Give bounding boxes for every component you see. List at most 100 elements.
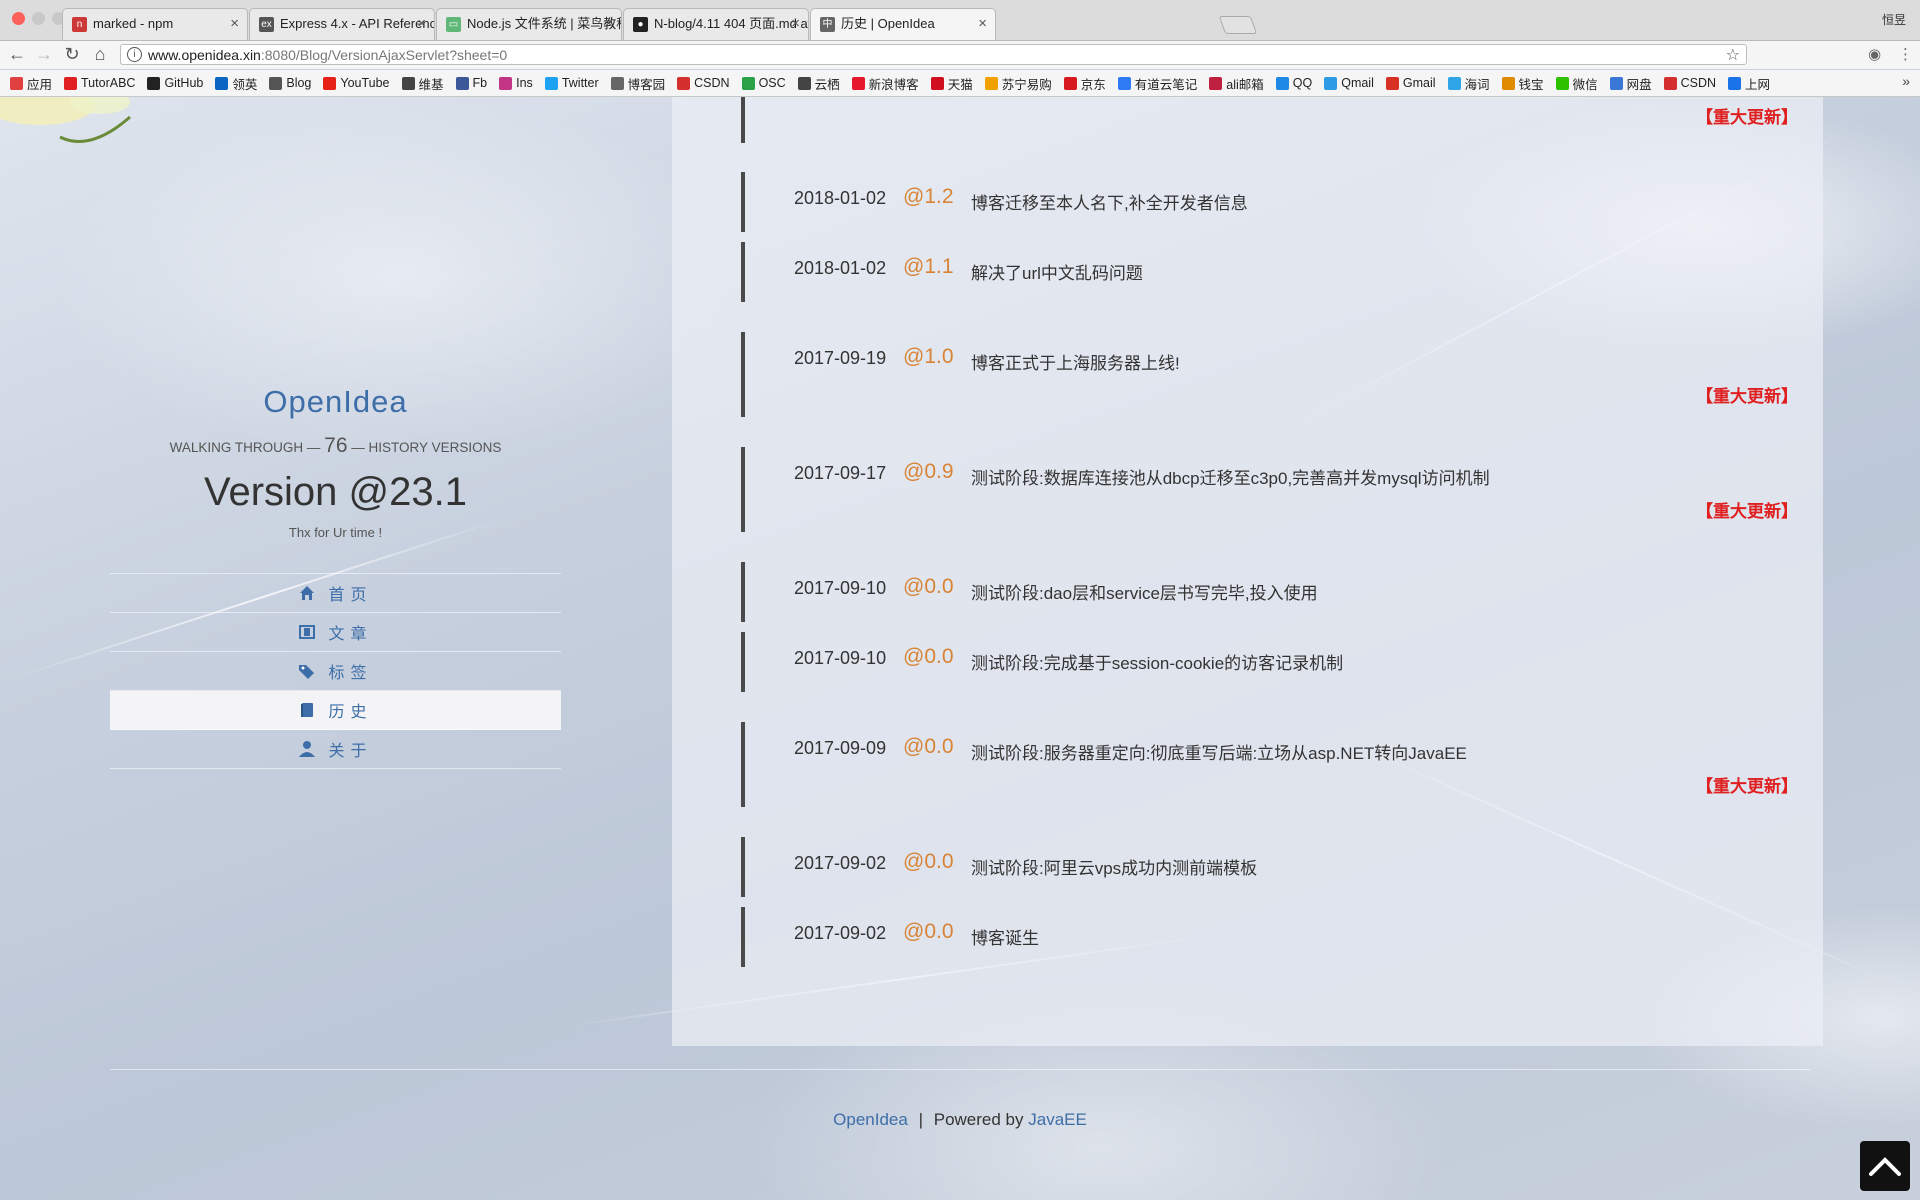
sidebar-item[interactable]: 历史	[110, 691, 561, 730]
tab-close-icon[interactable]: ×	[417, 9, 426, 39]
timeline-bar	[741, 632, 745, 692]
bookmark-item[interactable]: CSDN	[1663, 76, 1716, 90]
tab-close-icon[interactable]: ×	[791, 9, 800, 39]
bookmark-label: ali邮箱	[1226, 77, 1264, 92]
bookmark-item[interactable]: Blog	[269, 76, 311, 90]
entry-version: @1.1	[903, 255, 954, 278]
bookmark-item[interactable]: Qmail	[1324, 76, 1374, 90]
openidea-icon	[269, 76, 283, 90]
bookmark-item[interactable]: QQ	[1275, 76, 1313, 90]
major-update-badge: 【重大更新】	[1696, 108, 1798, 127]
sidebar-item[interactable]: 文章	[110, 613, 561, 652]
menu-icon[interactable]: ⋮	[1898, 45, 1913, 63]
dict-icon	[1447, 76, 1461, 90]
entry-description: 测试阶段:数据库连接池从dbcp迁移至c3p0,完善高并发mysql访问机制	[971, 469, 1490, 488]
bookmark-item[interactable]: 天猫	[930, 74, 973, 93]
bookmark-item[interactable]: 上网	[1728, 74, 1770, 93]
bookmark-label: 上网	[1745, 77, 1771, 92]
back-arrow-icon[interactable]: ←	[6, 44, 28, 65]
entry-version: @0.0	[903, 575, 954, 598]
bookmark-item[interactable]: YouTube	[323, 76, 390, 90]
bookmark-star-icon[interactable]: ☆	[1726, 45, 1740, 65]
bookmark-label: 微信	[1572, 77, 1598, 92]
site-info-icon[interactable]: i	[127, 47, 142, 62]
sidebar-item-label: 首页	[328, 587, 373, 604]
sidebar-item-label: 文章	[328, 626, 373, 643]
bookmark-item[interactable]: 云栖	[797, 74, 840, 93]
timeline-bar	[741, 722, 745, 807]
bookmark-label: 博客园	[627, 77, 666, 92]
sidebar-item[interactable]: 关于	[110, 730, 561, 769]
bookmark-item[interactable]: 博客园	[610, 74, 666, 93]
bookmark-label: Gmail	[1402, 76, 1436, 90]
entry-date: 2017-09-17	[794, 463, 887, 483]
bookmark-item[interactable]: OSC	[741, 76, 786, 90]
home-icon[interactable]: ⌂	[89, 44, 111, 65]
bookmark-item[interactable]: TutorABC	[64, 76, 135, 90]
tab-close-icon[interactable]: ×	[230, 9, 239, 39]
bookmark-item[interactable]: 微信	[1555, 74, 1598, 93]
instagram-icon	[499, 76, 513, 90]
bookmark-item[interactable]: 新浪博客	[851, 74, 919, 93]
bookmark-item[interactable]: Gmail	[1385, 76, 1436, 90]
bookmark-label: 海词	[1464, 77, 1490, 92]
footer-site-link[interactable]: OpenIdea	[833, 1110, 908, 1129]
entry-date: 2018-01-02	[794, 258, 887, 278]
timeline-bar	[741, 562, 745, 622]
sidebar-item[interactable]: 首页	[110, 574, 561, 613]
bookmark-item[interactable]: 领英	[215, 74, 257, 93]
history-count-line: WALKING THROUGH — 76 — HISTORY VERSIONS	[110, 434, 561, 458]
bookmark-label: 有道云笔记	[1134, 77, 1198, 92]
new-tab-button[interactable]	[1218, 16, 1258, 34]
sidebar-item[interactable]: 标签	[110, 652, 561, 691]
github-icon: ●	[633, 17, 648, 32]
tab-close-icon[interactable]: ×	[604, 9, 613, 39]
bookmark-item[interactable]: 网盘	[1609, 74, 1652, 93]
bookmark-item[interactable]: 维基	[401, 74, 444, 93]
bookmark-item[interactable]: ali邮箱	[1209, 74, 1264, 93]
browser-tab[interactable]: ex Express 4.x - API Reference ×	[249, 8, 435, 40]
profile-name[interactable]: 恒昱	[1882, 11, 1906, 28]
bookmark-item[interactable]: 钱宝	[1501, 74, 1544, 93]
entry-version: @1.0	[903, 345, 954, 368]
bookmark-item[interactable]: Twitter	[544, 76, 599, 90]
browser-tab[interactable]: 中历史 | OpenIdea ×	[810, 8, 996, 40]
qmail-icon	[1324, 76, 1338, 90]
tab-close-icon[interactable]: ×	[978, 9, 987, 39]
bookmark-item[interactable]: CSDN	[677, 76, 730, 90]
bookmark-label: Twitter	[561, 76, 599, 90]
entry-date: 2017-09-10	[794, 578, 887, 598]
browser-tab[interactable]: n marked - npm ×	[62, 8, 248, 40]
browser-tab[interactable]: ▭ Node.js 文件系统 | 菜鸟教程 ×	[436, 8, 622, 40]
bookmarks-overflow-icon[interactable]: »	[1902, 73, 1910, 89]
suning-icon	[984, 76, 998, 90]
timeline-bar	[741, 172, 745, 232]
address-url: www.openidea.xin:8080/Blog/VersionAjaxSe…	[148, 47, 507, 63]
browser-tab[interactable]: ● N-blog/4.11 404 页面.md at m ×	[623, 8, 809, 40]
window-minimize-button[interactable]	[32, 12, 45, 25]
bookmark-item[interactable]: 苏宁易购	[984, 74, 1052, 93]
youdao-icon	[1117, 76, 1131, 90]
bookmark-item[interactable]: Ins	[499, 76, 533, 90]
site-title[interactable]: OpenIdea	[110, 384, 561, 420]
footer-tech-link[interactable]: JavaEE	[1028, 1110, 1087, 1129]
walking-prefix: WALKING THROUGH —	[169, 440, 321, 455]
forward-arrow-icon[interactable]: →	[33, 44, 55, 65]
chevron-up-icon	[1869, 1157, 1901, 1176]
bookmark-item[interactable]: 有道云笔记	[1117, 74, 1198, 93]
back-to-top-button[interactable]	[1860, 1141, 1910, 1191]
bookmark-item[interactable]: 应用	[10, 74, 52, 93]
camera-icon[interactable]: ◉	[1868, 45, 1881, 63]
bookmark-item[interactable]: 海词	[1447, 74, 1490, 93]
bookmark-item[interactable]: GitHub	[147, 76, 203, 90]
reload-icon[interactable]: ↻	[61, 44, 83, 65]
tab-title: N-blog/4.11 404 页面.md at m	[654, 16, 809, 31]
bookmark-item[interactable]: Fb	[455, 76, 487, 90]
entry-date: 2018-01-02	[794, 188, 887, 208]
bookmark-label: QQ	[1292, 76, 1313, 90]
entry-version: @0.0	[903, 850, 954, 873]
window-close-button[interactable]	[12, 12, 25, 25]
bookmark-item[interactable]: 京东	[1063, 74, 1106, 93]
address-bar[interactable]: i www.openidea.xin:8080/Blog/VersionAjax…	[120, 44, 1747, 65]
tmall-icon	[930, 76, 944, 90]
